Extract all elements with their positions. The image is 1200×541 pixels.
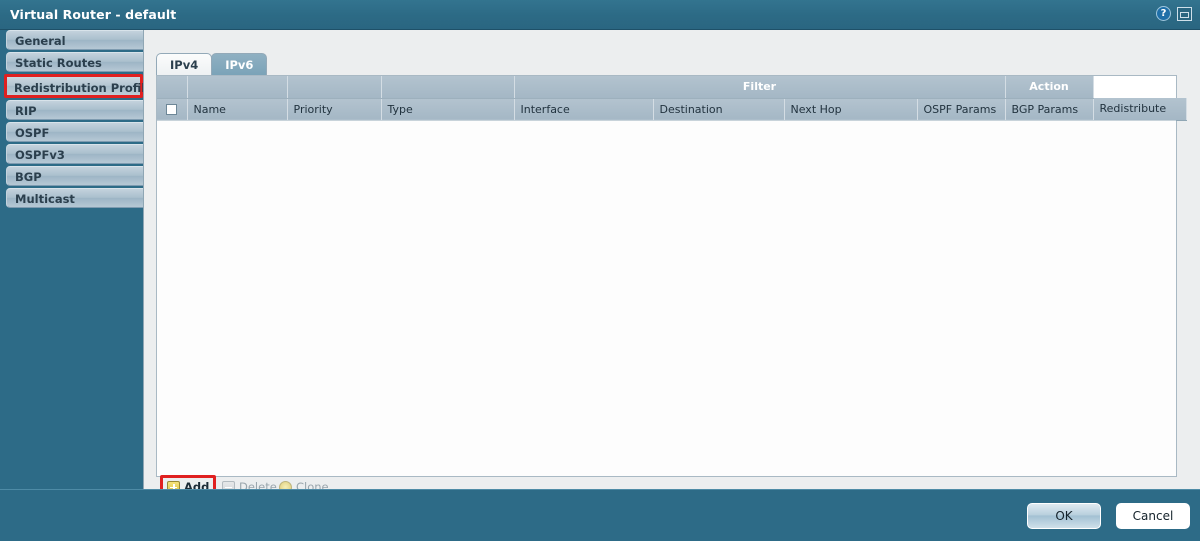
sidebar: General Static Routes Redistribution Pro…	[0, 30, 153, 541]
group-header-blank-name	[187, 76, 288, 99]
select-all-column[interactable]	[157, 98, 188, 121]
group-header-blank-type	[381, 76, 515, 99]
group-header-action: Action	[1005, 76, 1094, 99]
window-title: Virtual Router - default	[10, 7, 177, 22]
titlebar-icons: ?	[1156, 6, 1192, 21]
sidebar-item-label: OSPFv3	[15, 148, 65, 162]
sidebar-item-label: Redistribution Profile	[14, 81, 153, 95]
tab-label: IPv6	[225, 58, 254, 72]
sidebar-item-label: BGP	[15, 170, 42, 184]
redistribution-profile-table: Filter Action Name Priority Type Interfa…	[156, 75, 1187, 477]
dialog-content-panel: IPv4 IPv6 Filter Action Name Priority Ty…	[143, 30, 1200, 501]
column-header-next-hop[interactable]: Next Hop	[784, 98, 918, 121]
sidebar-item-rip[interactable]: RIP	[6, 100, 143, 120]
group-header-blank-checkbox	[157, 76, 188, 99]
grid-body-empty	[157, 120, 1176, 476]
sidebar-item-multicast[interactable]: Multicast	[6, 188, 143, 208]
sidebar-item-ospfv3[interactable]: OSPFv3	[6, 144, 143, 164]
group-header-blank-priority	[287, 76, 382, 99]
tab-label: IPv4	[170, 58, 199, 72]
tab-ipv4[interactable]: IPv4	[156, 53, 213, 75]
cancel-button[interactable]: Cancel	[1116, 503, 1190, 529]
column-header-priority[interactable]: Priority	[287, 98, 382, 121]
tab-ipv6[interactable]: IPv6	[211, 53, 268, 75]
sidebar-item-ospf[interactable]: OSPF	[6, 122, 143, 142]
sidebar-item-label: Static Routes	[15, 56, 102, 70]
sidebar-item-bgp[interactable]: BGP	[6, 166, 143, 186]
select-all-checkbox[interactable]	[166, 104, 178, 115]
group-header-filter: Filter	[514, 76, 1006, 99]
sidebar-item-general[interactable]: General	[6, 30, 143, 50]
grid-group-header-row: Filter Action	[157, 76, 1186, 99]
sidebar-item-label: RIP	[15, 104, 37, 118]
column-header-interface[interactable]: Interface	[514, 98, 654, 121]
dialog-footer: OK Cancel	[0, 489, 1200, 541]
column-header-redistribute[interactable]: Redistribute	[1093, 98, 1187, 121]
column-header-name[interactable]: Name	[187, 98, 288, 121]
grid: Filter Action Name Priority Type Interfa…	[157, 76, 1187, 121]
window-icon[interactable]	[1177, 6, 1192, 21]
sidebar-item-label: General	[15, 34, 66, 48]
sidebar-item-label: Multicast	[15, 192, 75, 206]
help-icon[interactable]: ?	[1156, 6, 1171, 21]
tabstrip: IPv4 IPv6	[156, 52, 268, 75]
window-titlebar: Virtual Router - default ?	[0, 0, 1200, 30]
ok-button[interactable]: OK	[1027, 503, 1101, 529]
column-header-type[interactable]: Type	[381, 98, 515, 121]
sidebar-item-redistribution-profile[interactable]: Redistribution Profile	[4, 74, 153, 98]
column-header-ospf-params[interactable]: OSPF Params	[917, 98, 1006, 121]
column-header-bgp-params[interactable]: BGP Params	[1005, 98, 1094, 121]
sidebar-item-static-routes[interactable]: Static Routes	[6, 52, 143, 72]
grid-column-header-row: Name Priority Type Interface Destination…	[157, 98, 1187, 121]
sidebar-item-label: OSPF	[15, 126, 50, 140]
column-header-destination[interactable]: Destination	[653, 98, 785, 121]
